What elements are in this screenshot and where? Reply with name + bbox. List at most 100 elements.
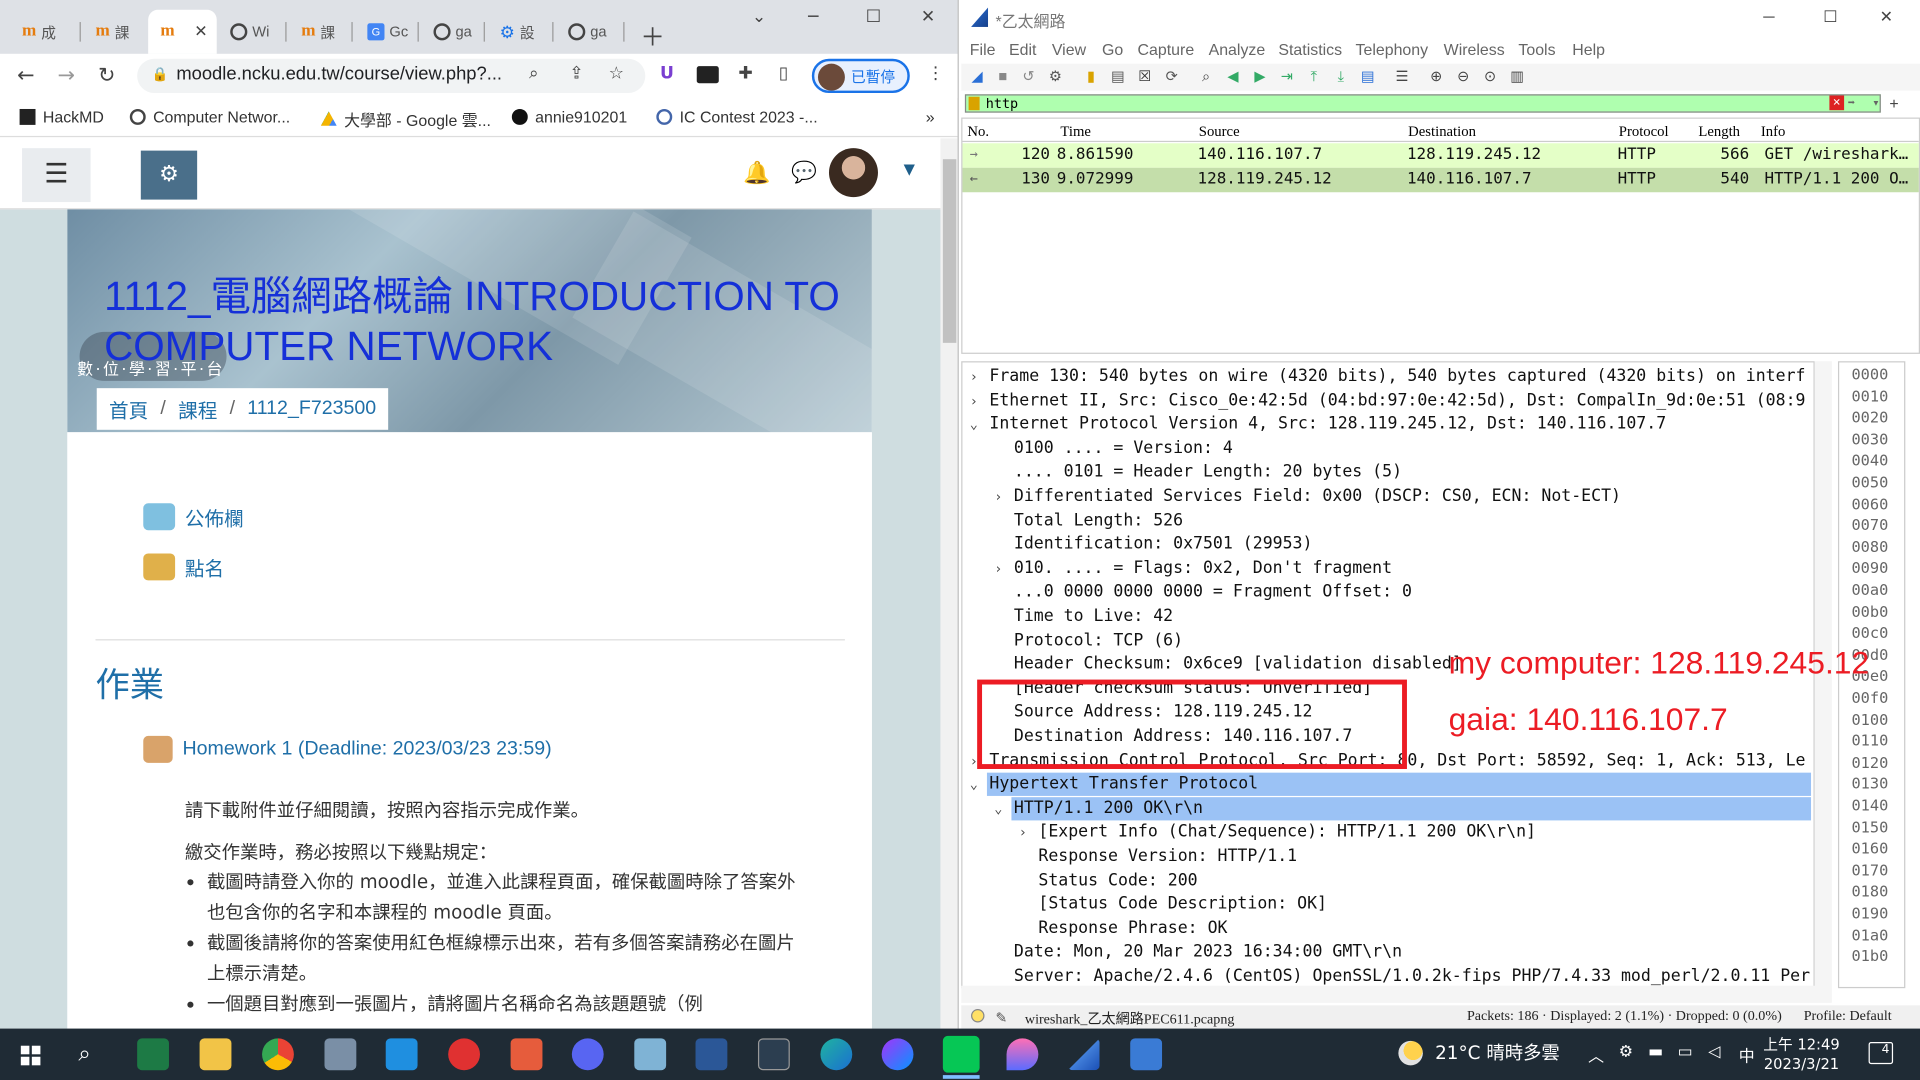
collapse-chevron-icon[interactable]: ⌄ [970,777,978,793]
breadcrumb-course[interactable]: 1112_F723500 [247,398,376,420]
resize-columns-icon[interactable]: ▥ [1507,66,1527,86]
detail-line[interactable]: Status Code: 200 [1038,869,1197,892]
collapse-chevron-icon[interactable]: ⌄ [970,417,978,433]
system-clock[interactable]: 上午 12:49 2023/3/21 [1763,1035,1839,1074]
breadcrumb-home[interactable]: 首頁 [109,394,148,423]
calculator-icon[interactable] [324,1038,357,1071]
tray-overflow-icon[interactable]: ︿ [1588,1043,1604,1066]
menu-capture[interactable]: Capture [1138,40,1195,58]
close-icon[interactable]: ✕ [921,7,935,27]
col-length[interactable]: Length [1698,122,1740,140]
open-file-icon[interactable]: ▮ [1081,66,1101,86]
breadcrumb-courses[interactable]: 課程 [178,394,217,423]
detail-line[interactable]: [Status Code Description: OK] [1038,893,1327,916]
forward-icon[interactable]: → [58,64,75,88]
back-icon[interactable]: ← [17,64,34,88]
maximize-icon[interactable]: ☐ [866,7,881,27]
zoom-icon[interactable]: ⌕ [529,64,539,84]
add-filter-button-icon[interactable]: + [1889,94,1898,112]
tab-7[interactable]: ga [421,10,485,54]
detail-line[interactable]: Hypertext Transfer Protocol [989,773,1258,796]
notification-center-icon[interactable]: 4 [1868,1042,1894,1065]
ws-minimize-icon[interactable]: ─ [1763,7,1774,25]
colorize-icon[interactable]: ☰ [1392,66,1412,86]
col-protocol[interactable]: Protocol [1619,122,1669,140]
menu-view[interactable]: View [1052,40,1086,58]
last-packet-icon[interactable]: ⤓ [1331,66,1351,86]
edge-icon[interactable] [820,1038,853,1071]
bookmark-github[interactable]: annie910201 [511,108,627,126]
mplab-ide-icon[interactable] [757,1038,790,1071]
ws-close-icon[interactable]: ✕ [1880,7,1893,27]
activity-attendance[interactable]: 點名 [143,552,224,581]
clear-filter-icon[interactable]: ✕ [1829,95,1845,111]
tab-1[interactable]: m成 [10,10,81,54]
tab-2[interactable]: m課 [83,10,147,54]
filter-bookmark-icon[interactable] [968,96,980,111]
detail-line[interactable]: Date: Mon, 20 Mar 2023 16:34:00 GMT\r\n [1014,941,1402,964]
minimize-icon[interactable]: ─ [808,7,818,27]
tab-5[interactable]: m課 [289,10,353,54]
details-horizontal-scrollbar[interactable] [961,985,1832,1003]
user-avatar[interactable] [828,148,878,198]
tab-6[interactable]: G Gc [355,10,419,54]
bookmark-ic-contest[interactable]: IC Contest 2023 -... [656,108,818,126]
go-back-icon[interactable]: ◀ [1223,66,1243,86]
expert-info-icon[interactable] [971,1008,985,1023]
file-explorer-icon[interactable] [199,1038,232,1071]
bookmarks-overflow-icon[interactable]: » [926,108,935,126]
weather-text[interactable]: 21°C 晴時多雲 [1435,1040,1560,1066]
apply-filter-icon[interactable]: ➡ [1848,96,1855,112]
pdf-app-icon[interactable] [510,1038,543,1071]
expand-chevron-icon[interactable]: › [994,489,1002,505]
bookmark-google-drive[interactable]: 大學部 - Google 雲... [320,108,491,131]
reload-file-icon[interactable]: ⟳ [1162,66,1182,86]
menu-analyze[interactable]: Analyze [1209,40,1266,58]
detail-line[interactable]: Total Length: 526 [1014,509,1183,532]
detail-line[interactable]: Ethernet II, Src: Cisco_0e:42:5d (04:bd:… [989,389,1805,412]
tray-app-icon[interactable]: ⚙ [1619,1043,1633,1061]
menu-wireless[interactable]: Wireless [1444,40,1505,58]
extensions-puzzle-icon[interactable]: ✚ [738,64,752,84]
chrome-menu-icon[interactable]: ⋮ [927,64,944,84]
tab-4[interactable]: Wi [218,10,287,54]
profile-button[interactable]: 已暫停 [811,58,910,94]
course-settings-gear-icon[interactable]: ⚙ [140,150,198,200]
tab-search-icon[interactable]: ⌄ [752,7,766,27]
detail-line[interactable]: Header Checksum: 0x6ce9 [validation disa… [1014,653,1462,676]
detail-line[interactable]: Internet Protocol Version 4, Src: 128.11… [989,413,1666,436]
find-packet-icon[interactable]: ⌕ [1196,66,1216,86]
page-scrollbar-thumb[interactable] [942,159,957,343]
detail-line[interactable]: Response Phrase: OK [1038,917,1227,940]
extension-terminal-icon[interactable] [696,66,719,84]
tab-close-icon[interactable]: ✕ [194,22,207,42]
hamburger-menu-icon[interactable]: ☰ [22,148,91,203]
expand-chevron-icon[interactable]: › [1019,825,1027,841]
search-icon[interactable]: ⌕ [78,1041,90,1067]
tab-3-active[interactable]: m ✕ [148,9,217,54]
paint-app-icon[interactable] [1006,1038,1039,1071]
zoom-in-icon[interactable]: ⊕ [1427,66,1447,86]
line-app-icon[interactable] [942,1035,980,1073]
media-player-icon[interactable] [448,1038,481,1071]
close-file-icon[interactable]: ☒ [1135,66,1155,86]
notification-bell-icon[interactable]: 🔔 [743,160,770,186]
display-filter-input[interactable]: http ✕ ➡ ▾ [964,94,1881,113]
detail-line[interactable]: Time to Live: 42 [1014,605,1173,628]
menu-tools[interactable]: Tools [1518,40,1555,58]
wireshark-taskbar-icon[interactable] [1067,1038,1100,1071]
save-file-icon[interactable]: ▤ [1108,66,1128,86]
reload-icon[interactable]: ↻ [98,64,115,88]
detail-line[interactable]: Identification: 0x7501 (29953) [1014,533,1313,556]
profile-status[interactable]: Profile: Default [1804,1009,1892,1024]
bookmark-hackmd[interactable]: HackMD [19,108,104,126]
network-icon[interactable]: ▭ [1678,1043,1693,1061]
menu-edit[interactable]: Edit [1009,40,1036,58]
menu-statistics[interactable]: Statistics [1278,40,1342,58]
packet-row-120[interactable]: → 120 8.861590 140.116.107.7 128.119.245… [962,143,1919,168]
menu-file[interactable]: File [970,40,996,58]
col-time[interactable]: Time [1060,122,1090,140]
start-capture-icon[interactable]: ◢ [967,66,987,86]
zoom-normal-icon[interactable]: ⊙ [1480,66,1500,86]
start-windows-icon[interactable] [20,1045,41,1066]
